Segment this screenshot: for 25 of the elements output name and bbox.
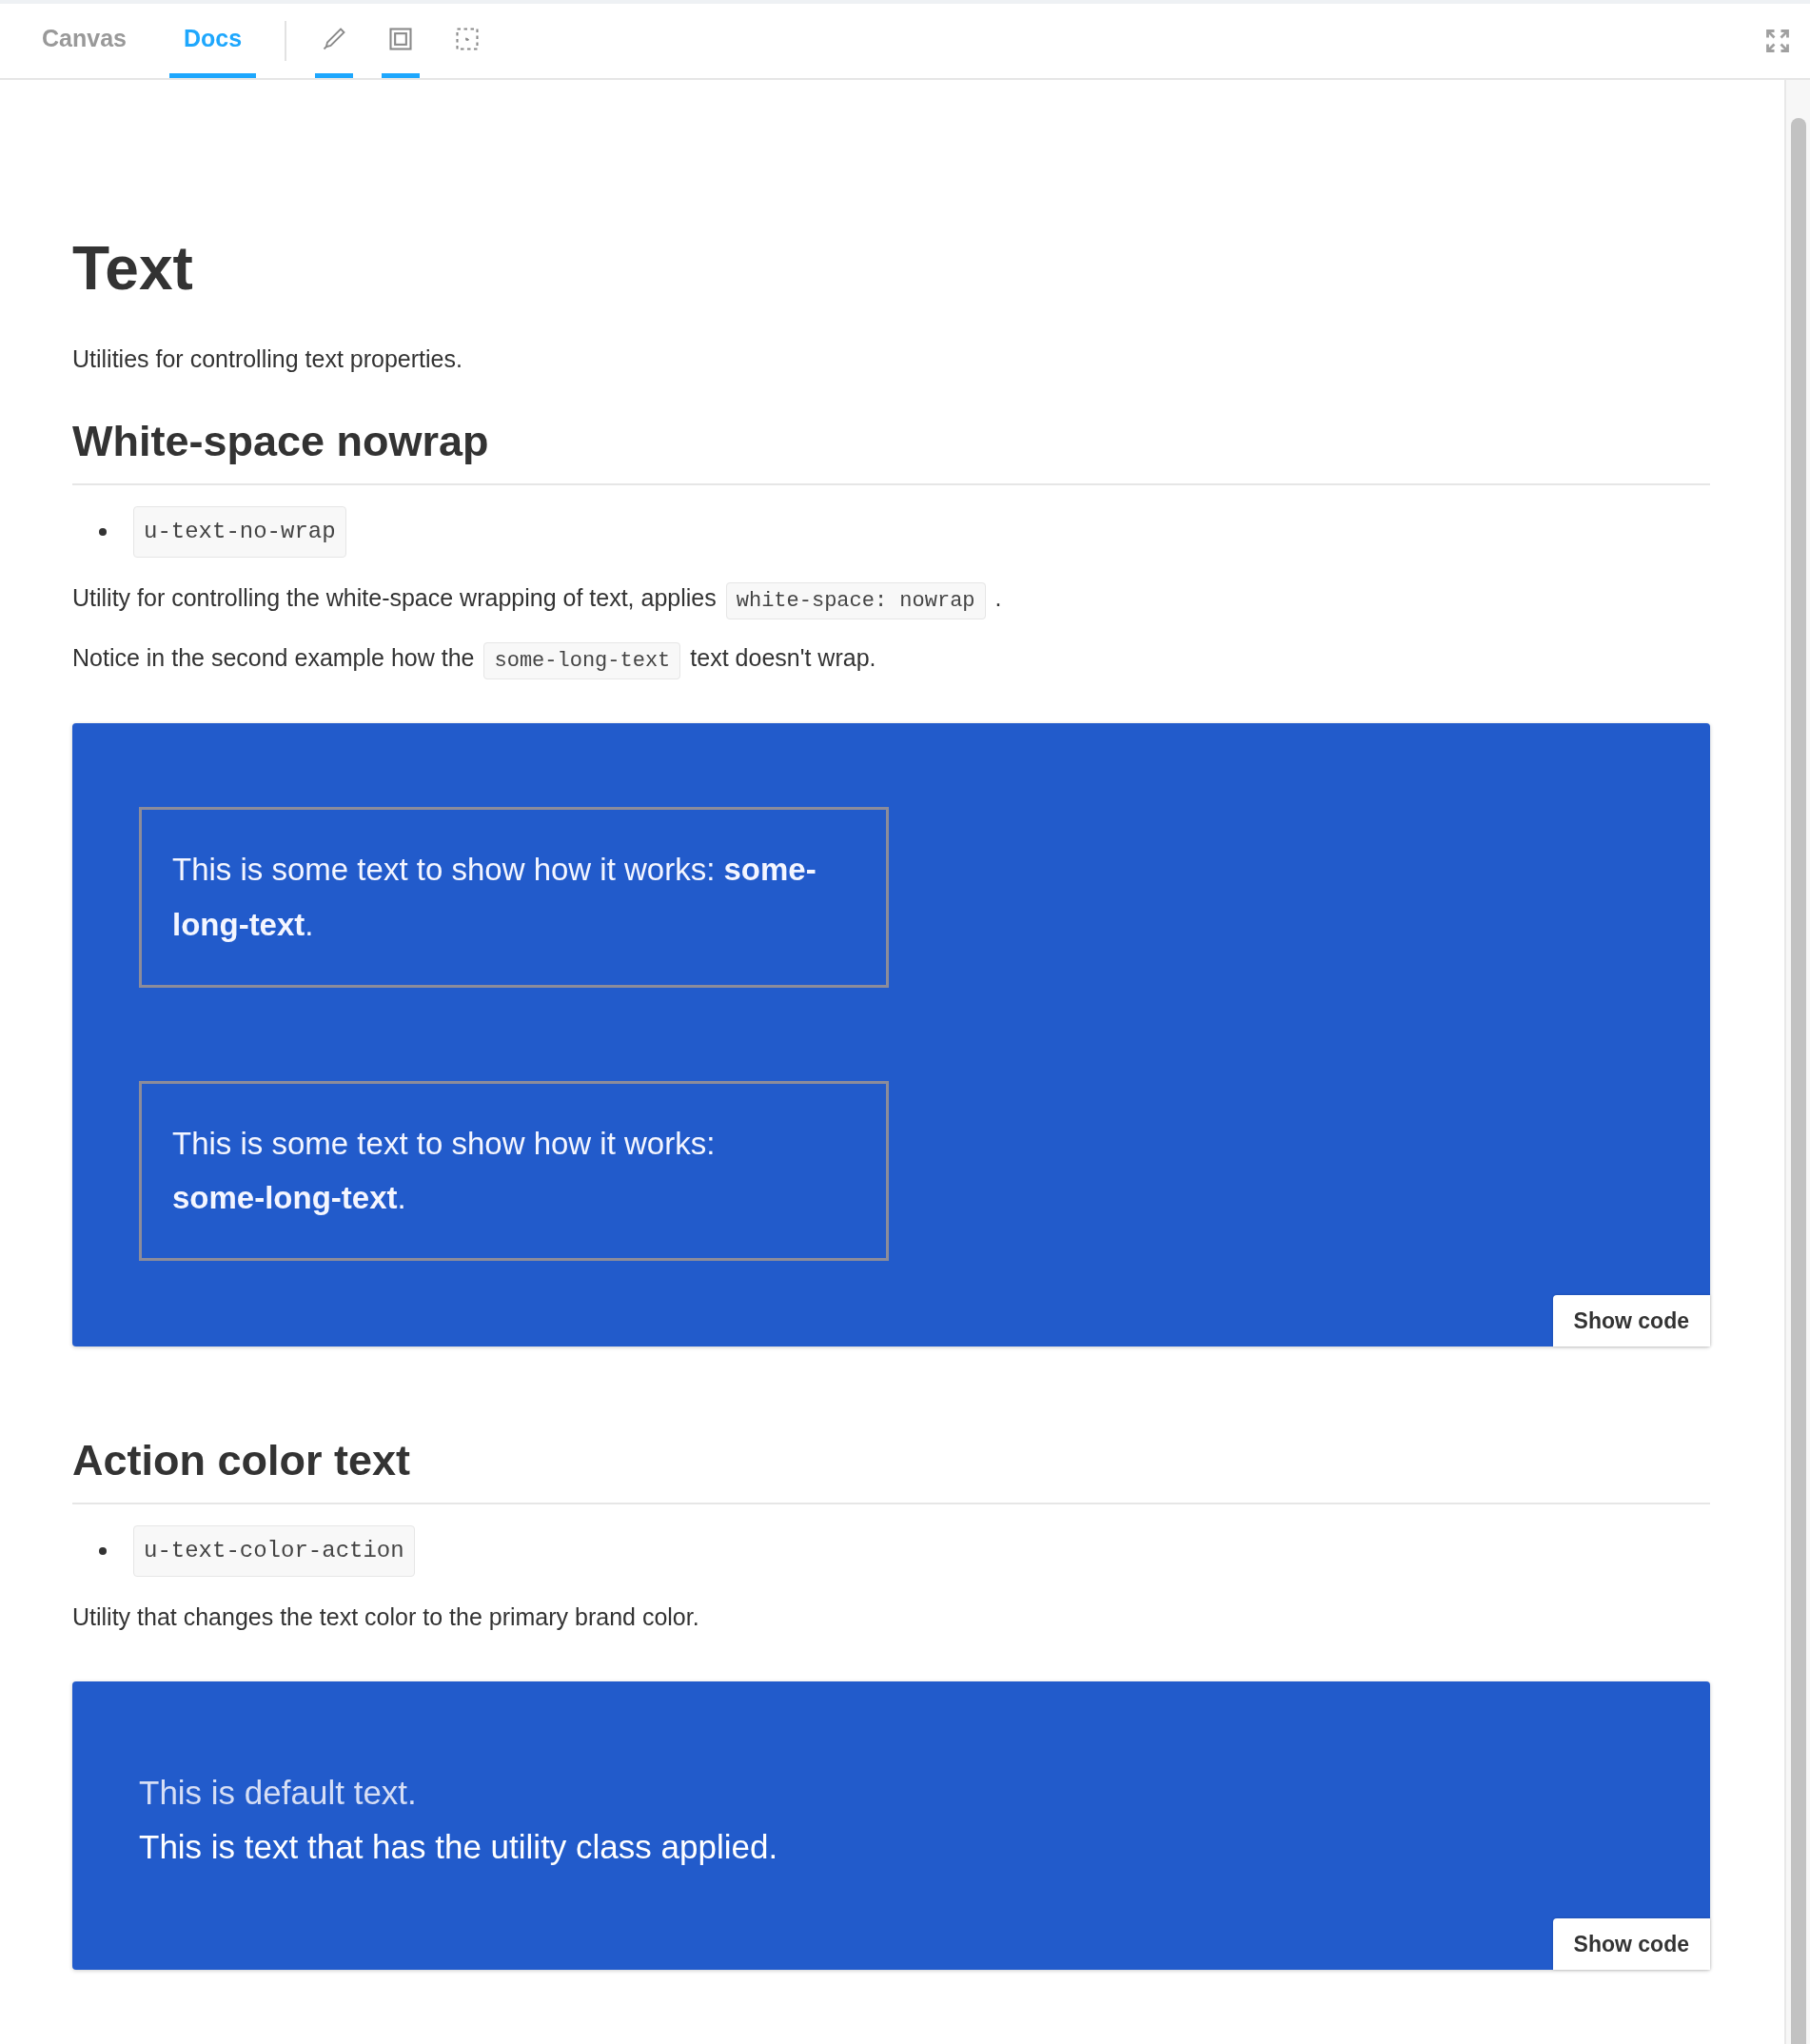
page-title: Text bbox=[72, 233, 194, 305]
show-code-button[interactable]: Show code bbox=[1552, 1917, 1710, 1971]
bullet-icon bbox=[99, 1546, 107, 1555]
paragraph-text: Notice in the second example how the bbox=[72, 644, 475, 671]
paragraph-text: text doesn't wrap. bbox=[690, 644, 876, 671]
paragraph-text: . bbox=[994, 583, 1002, 611]
example-text: This is text that has the utility class applied. bbox=[139, 1827, 779, 1868]
fullscreen-icon[interactable] bbox=[1764, 28, 1791, 54]
inline-code: u-text-color-action bbox=[133, 1524, 415, 1577]
example-text: This is default text. bbox=[139, 1772, 418, 1813]
show-code-button[interactable]: Show code bbox=[1552, 1294, 1710, 1347]
bullet-icon bbox=[99, 527, 107, 536]
inline-code: some-long-text bbox=[483, 642, 681, 679]
scrollbar-thumb[interactable] bbox=[1790, 118, 1806, 2044]
section-heading: White-space nowrap bbox=[72, 409, 1710, 485]
frame-icon bbox=[387, 25, 415, 52]
dashed-square-icon bbox=[454, 25, 482, 52]
section-heading: Action color text bbox=[72, 1428, 1710, 1504]
example-text: This is some text to show how it works: some-long-text. bbox=[172, 1124, 717, 1218]
paragraph-text: Utility that changes the text color to the primary brand color. bbox=[72, 1602, 699, 1630]
page-intro: Utilities for controlling text properties. bbox=[72, 344, 463, 374]
example-text: This is some text to show how it works: some-long-text. bbox=[172, 851, 817, 944]
inline-code: u-text-no-wrap bbox=[133, 505, 346, 558]
inline-code: white-space: nowrap bbox=[725, 581, 986, 619]
paragraph-text: Utility for controlling the white-space wrapping of text, applies bbox=[72, 583, 717, 611]
